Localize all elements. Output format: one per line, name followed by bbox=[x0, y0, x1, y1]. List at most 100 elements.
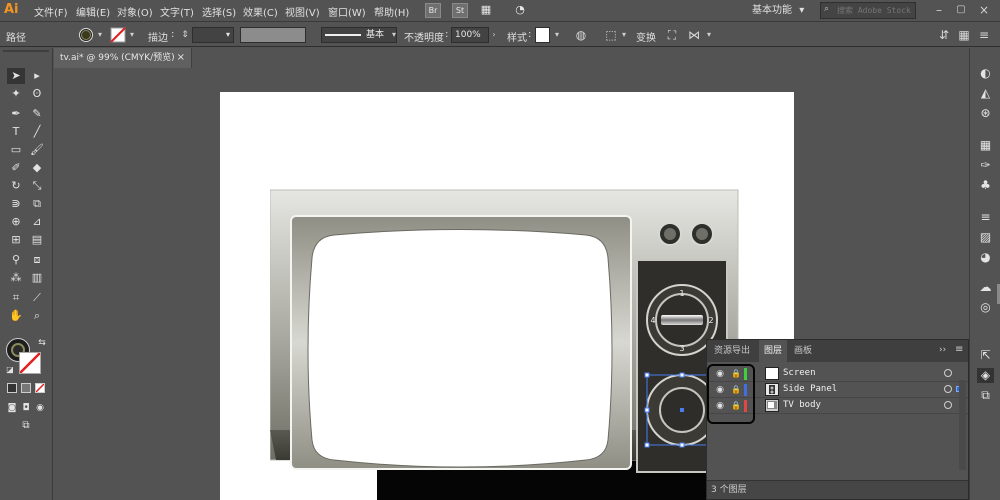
brush-definition-dropdown[interactable]: 基本 bbox=[321, 27, 397, 43]
toolbar-grip[interactable] bbox=[3, 50, 49, 52]
stroke-color-swatch[interactable] bbox=[19, 352, 41, 374]
color-panel-icon[interactable]: ◐ bbox=[977, 66, 994, 81]
document-tab[interactable]: tv.ai* @ 99% (CMYK/预览) × bbox=[54, 48, 192, 68]
lock-icon[interactable]: 🔒 bbox=[731, 384, 741, 396]
column-graph-tool-icon[interactable]: ▥ bbox=[28, 270, 46, 286]
tab-artboards[interactable]: 画板 bbox=[789, 340, 817, 362]
layers-panel-icon[interactable]: ◈ bbox=[977, 368, 994, 383]
chevron-right-icon[interactable]: › bbox=[489, 27, 499, 43]
default-colors-icon[interactable]: ◪ bbox=[1, 362, 19, 378]
layer-target-icon[interactable] bbox=[944, 369, 952, 377]
shape-builder-tool-icon[interactable]: ⊕ bbox=[7, 214, 25, 230]
color-mode-icon[interactable] bbox=[7, 383, 17, 393]
appearance-panel-icon[interactable]: ⊛ bbox=[977, 106, 994, 121]
maximize-icon[interactable]: ▢ bbox=[953, 3, 969, 17]
graphic-styles-icon[interactable]: ◎ bbox=[977, 300, 994, 315]
layer-row-side-panel[interactable]: ◉ 🔒 Side Panel bbox=[707, 382, 968, 398]
opacity-field[interactable]: 100% bbox=[451, 27, 489, 43]
width-tool-icon[interactable]: ⋑ bbox=[7, 196, 25, 212]
gpu-performance-icon[interactable]: ◔ bbox=[512, 3, 528, 18]
layer-name[interactable]: TV body bbox=[783, 399, 821, 412]
libraries-panel-icon[interactable]: ☁ bbox=[977, 280, 994, 295]
visibility-eye-icon[interactable]: ◉ bbox=[714, 368, 726, 380]
chevron-down-icon[interactable]: ▾ bbox=[389, 27, 399, 43]
transform-label[interactable]: 变换 bbox=[636, 29, 656, 44]
tv-screen[interactable] bbox=[307, 229, 613, 468]
artboards-panel-icon[interactable]: ⧉ bbox=[977, 388, 994, 403]
color-guide-icon[interactable]: ◭ bbox=[977, 86, 994, 101]
scale-tool-icon[interactable]: ⤡ bbox=[28, 178, 46, 194]
adobe-stock-search[interactable]: ⌕ bbox=[820, 2, 916, 19]
hand-tool-icon[interactable]: ✋ bbox=[7, 308, 25, 324]
transparency-panel-icon[interactable]: ◕ bbox=[977, 250, 994, 265]
draw-inside-icon[interactable]: ◉ bbox=[31, 400, 49, 416]
layers-scrollbar[interactable] bbox=[959, 380, 966, 470]
layer-row-tv-body[interactable]: ◉ 🔒 TV body bbox=[707, 398, 968, 414]
stepper-icon[interactable]: ⇕ bbox=[177, 27, 193, 43]
tab-asset-export[interactable]: 资源导出 bbox=[709, 340, 755, 362]
line-tool-icon[interactable]: ╱ bbox=[28, 124, 46, 140]
swatches-panel-icon[interactable]: ▦ bbox=[977, 138, 994, 153]
gradient-panel-icon[interactable]: ▨ bbox=[977, 230, 994, 245]
shaper-tool-icon[interactable]: ✐ bbox=[7, 160, 25, 176]
rectangle-tool-icon[interactable]: ▭ bbox=[7, 142, 25, 158]
visibility-eye-icon[interactable]: ◉ bbox=[714, 400, 726, 412]
swap-fill-stroke-icon[interactable]: ⇆ bbox=[33, 335, 51, 351]
chevron-down-icon[interactable]: ▾ bbox=[704, 27, 714, 43]
brushes-panel-icon[interactable]: ✑ bbox=[977, 158, 994, 173]
menu-edit[interactable]: 编辑(E) bbox=[76, 4, 110, 19]
chevron-down-icon[interactable]: ▾ bbox=[552, 27, 562, 43]
search-input[interactable] bbox=[837, 4, 913, 17]
tab-layers[interactable]: 图层 bbox=[759, 340, 788, 362]
graphic-style-swatch[interactable] bbox=[535, 27, 550, 43]
layer-row-screen[interactable]: ◉ 🔒 Screen bbox=[707, 366, 968, 382]
minimize-icon[interactable]: – bbox=[931, 3, 947, 17]
eraser-tool-icon[interactable]: ◆ bbox=[28, 160, 46, 176]
zoom-tool-icon[interactable]: ⌕ bbox=[28, 308, 46, 324]
close-icon[interactable]: × bbox=[976, 3, 992, 17]
panel-menu-icon[interactable]: ≡ bbox=[955, 344, 963, 355]
magic-wand-tool-icon[interactable]: ✦ bbox=[7, 86, 25, 102]
slice-tool-icon[interactable]: ⟋ bbox=[28, 290, 46, 306]
perspective-grid-tool-icon[interactable]: ⊿ bbox=[28, 214, 46, 230]
screen-mode-icon[interactable]: ⧉ bbox=[17, 418, 35, 434]
chevron-down-icon[interactable]: ▾ bbox=[619, 27, 629, 43]
stroke-weight-field[interactable]: ▾ bbox=[192, 27, 234, 43]
stroke-label[interactable]: 描边 bbox=[148, 29, 168, 44]
isolate-object-icon[interactable]: ⛶ bbox=[664, 27, 680, 43]
menu-type[interactable]: 文字(T) bbox=[160, 4, 194, 19]
recolor-artwork-icon[interactable]: ◍ bbox=[573, 27, 589, 43]
menu-select[interactable]: 选择(S) bbox=[202, 4, 236, 19]
type-tool-icon[interactable]: T bbox=[7, 124, 25, 140]
align-to-selection-icon[interactable]: ⬚ bbox=[603, 27, 619, 43]
direct-selection-tool-icon[interactable]: ▸ bbox=[28, 68, 46, 84]
workspace-switcher[interactable]: 基本功能 ▾ bbox=[752, 2, 816, 19]
menu-effect[interactable]: 效果(C) bbox=[243, 4, 278, 19]
chevron-down-icon[interactable]: ▾ bbox=[127, 27, 137, 43]
symbol-sprayer-tool-icon[interactable]: ⁂ bbox=[7, 270, 25, 286]
layer-target-icon[interactable] bbox=[944, 401, 952, 409]
selection-tool-icon[interactable]: ➤ bbox=[7, 68, 25, 84]
layer-name[interactable]: Screen bbox=[783, 367, 816, 380]
document-setup-icon[interactable]: ⇵ bbox=[936, 27, 952, 43]
mesh-tool-icon[interactable]: ⊞ bbox=[7, 232, 25, 248]
pen-tool-icon[interactable]: ✒ bbox=[7, 106, 25, 122]
lock-icon[interactable]: 🔒 bbox=[731, 400, 741, 412]
gradient-tool-icon[interactable]: ▤ bbox=[28, 232, 46, 248]
blend-tool-icon[interactable]: ⧈ bbox=[28, 252, 46, 268]
shape-builder-icon[interactable]: ⋈ bbox=[686, 27, 702, 43]
arrange-icon[interactable]: ▦ bbox=[956, 27, 972, 43]
variable-width-profile[interactable] bbox=[240, 27, 306, 43]
menu-object[interactable]: 对象(O) bbox=[117, 4, 153, 19]
stroke-swatch-icon[interactable] bbox=[110, 27, 126, 43]
visibility-eye-icon[interactable]: ◉ bbox=[714, 384, 726, 396]
lasso-tool-icon[interactable]: ʘ bbox=[28, 86, 46, 102]
arrange-documents-icon[interactable]: ▦ bbox=[478, 3, 494, 18]
chevron-down-icon[interactable]: ▾ bbox=[95, 27, 105, 43]
menu-window[interactable]: 窗口(W) bbox=[328, 4, 366, 19]
menu-view[interactable]: 视图(V) bbox=[285, 4, 320, 19]
lock-icon[interactable]: 🔒 bbox=[731, 368, 741, 380]
layer-target-icon[interactable] bbox=[944, 385, 952, 393]
stroke-panel-icon[interactable]: ≡ bbox=[977, 210, 994, 225]
curvature-tool-icon[interactable]: ✎ bbox=[28, 106, 46, 122]
